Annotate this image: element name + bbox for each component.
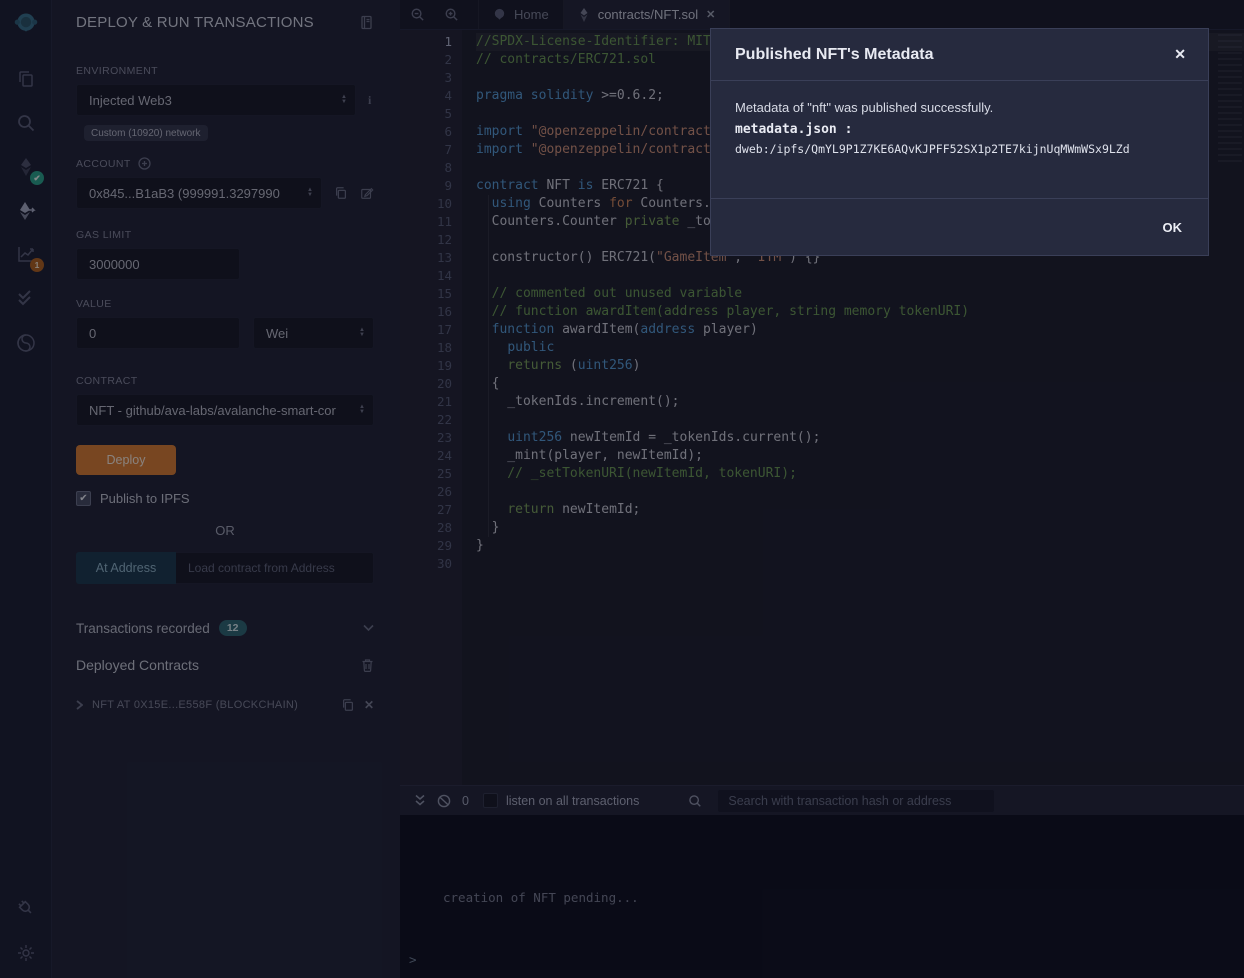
ok-button[interactable]: OK: [1163, 220, 1183, 235]
metadata-file-label: metadata.json :: [735, 122, 1184, 137]
modal-close-icon[interactable]: ✕: [1174, 46, 1186, 63]
modal-title: Published NFT's Metadata: [735, 46, 934, 64]
published-metadata-modal: Published NFT's Metadata ✕ Metadata of "…: [710, 28, 1209, 256]
modal-message: Metadata of "nft" was published successf…: [735, 100, 1184, 115]
ipfs-link: dweb:/ipfs/QmYL9P1Z7KE6AQvKJPFF52SX1p2TE…: [735, 142, 1184, 156]
remix-ide-window: ✔ 1 DEPLOY & RUN TRANSACTIONS ENV: [0, 0, 1244, 978]
